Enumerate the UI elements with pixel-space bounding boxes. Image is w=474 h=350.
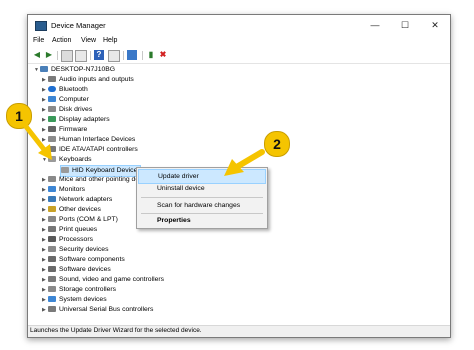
callout-arrow-2 — [224, 149, 265, 176]
callout-arrows — [21, 121, 265, 176]
callout-arrow-1 — [21, 121, 52, 160]
callout-badge-2: 2 — [264, 131, 290, 157]
